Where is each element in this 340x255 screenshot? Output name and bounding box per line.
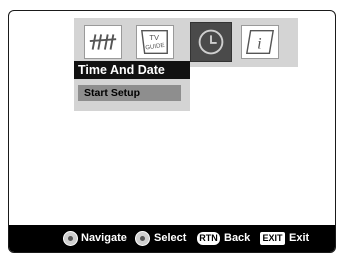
tab-clock[interactable] [190,22,232,62]
start-setup-item[interactable]: Start Setup [78,85,181,101]
tab-tv-guide[interactable]: TV GUIDE [136,25,174,59]
svg-text:TV: TV [149,33,159,42]
navigate-label: Navigate [81,232,127,244]
back-label: Back [224,232,251,244]
help-bar: Navigate Select RTN Back EXIT Exit [9,225,335,252]
select-label: Select [154,232,187,244]
tv-guide-icon: TV GUIDE [141,30,168,54]
menu-title: Time And Date [74,61,190,79]
svg-text:GUIDE: GUIDE [145,42,165,52]
tab-antenna[interactable] [84,25,122,59]
select-knob-icon [135,231,150,246]
exit-label: Exit [289,232,310,244]
tab-info[interactable]: i [241,25,279,59]
time-and-date-menu: Time And Date Start Setup [74,61,190,111]
svg-text:i: i [257,36,261,53]
antenna-icon [89,34,117,50]
exit-key-icon: EXIT [260,232,285,245]
info-icon: i [245,30,275,54]
clock-icon [198,29,224,55]
menu-tab-bar: TV GUIDE i [74,18,298,67]
navigate-knob-icon [63,231,78,246]
rtn-key-icon: RTN [197,232,220,245]
tv-menu-screen: TV GUIDE i Time And Date Start Setup Nav… [8,10,336,253]
